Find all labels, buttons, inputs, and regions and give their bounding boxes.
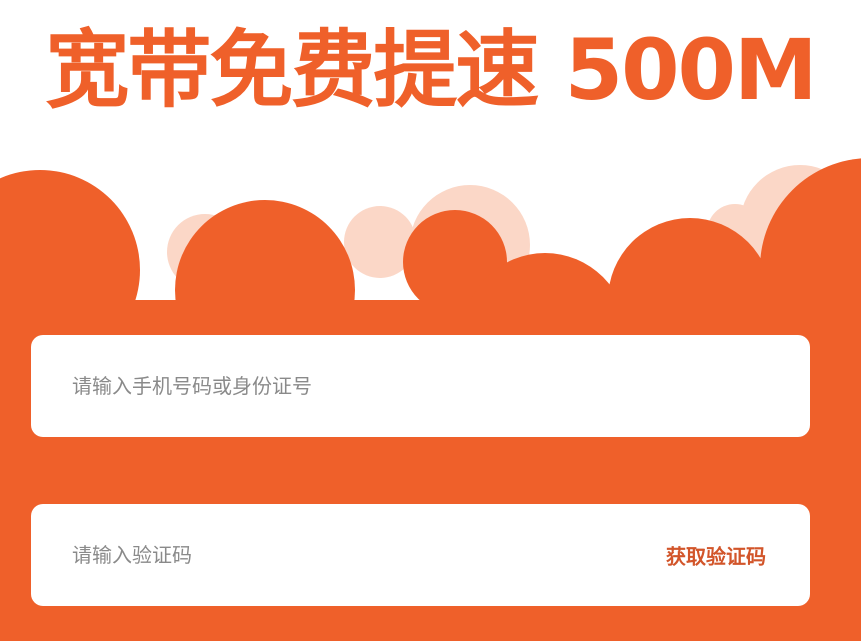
page: 宽带免费提速 500M 获取验证码 — [0, 0, 861, 641]
phone-input[interactable] — [31, 335, 810, 437]
get-code-button[interactable]: 获取验证码 — [666, 541, 766, 570]
phone-field[interactable] — [31, 335, 810, 437]
code-field[interactable]: 获取验证码 — [31, 504, 810, 606]
verification-code-input[interactable] — [31, 504, 691, 606]
